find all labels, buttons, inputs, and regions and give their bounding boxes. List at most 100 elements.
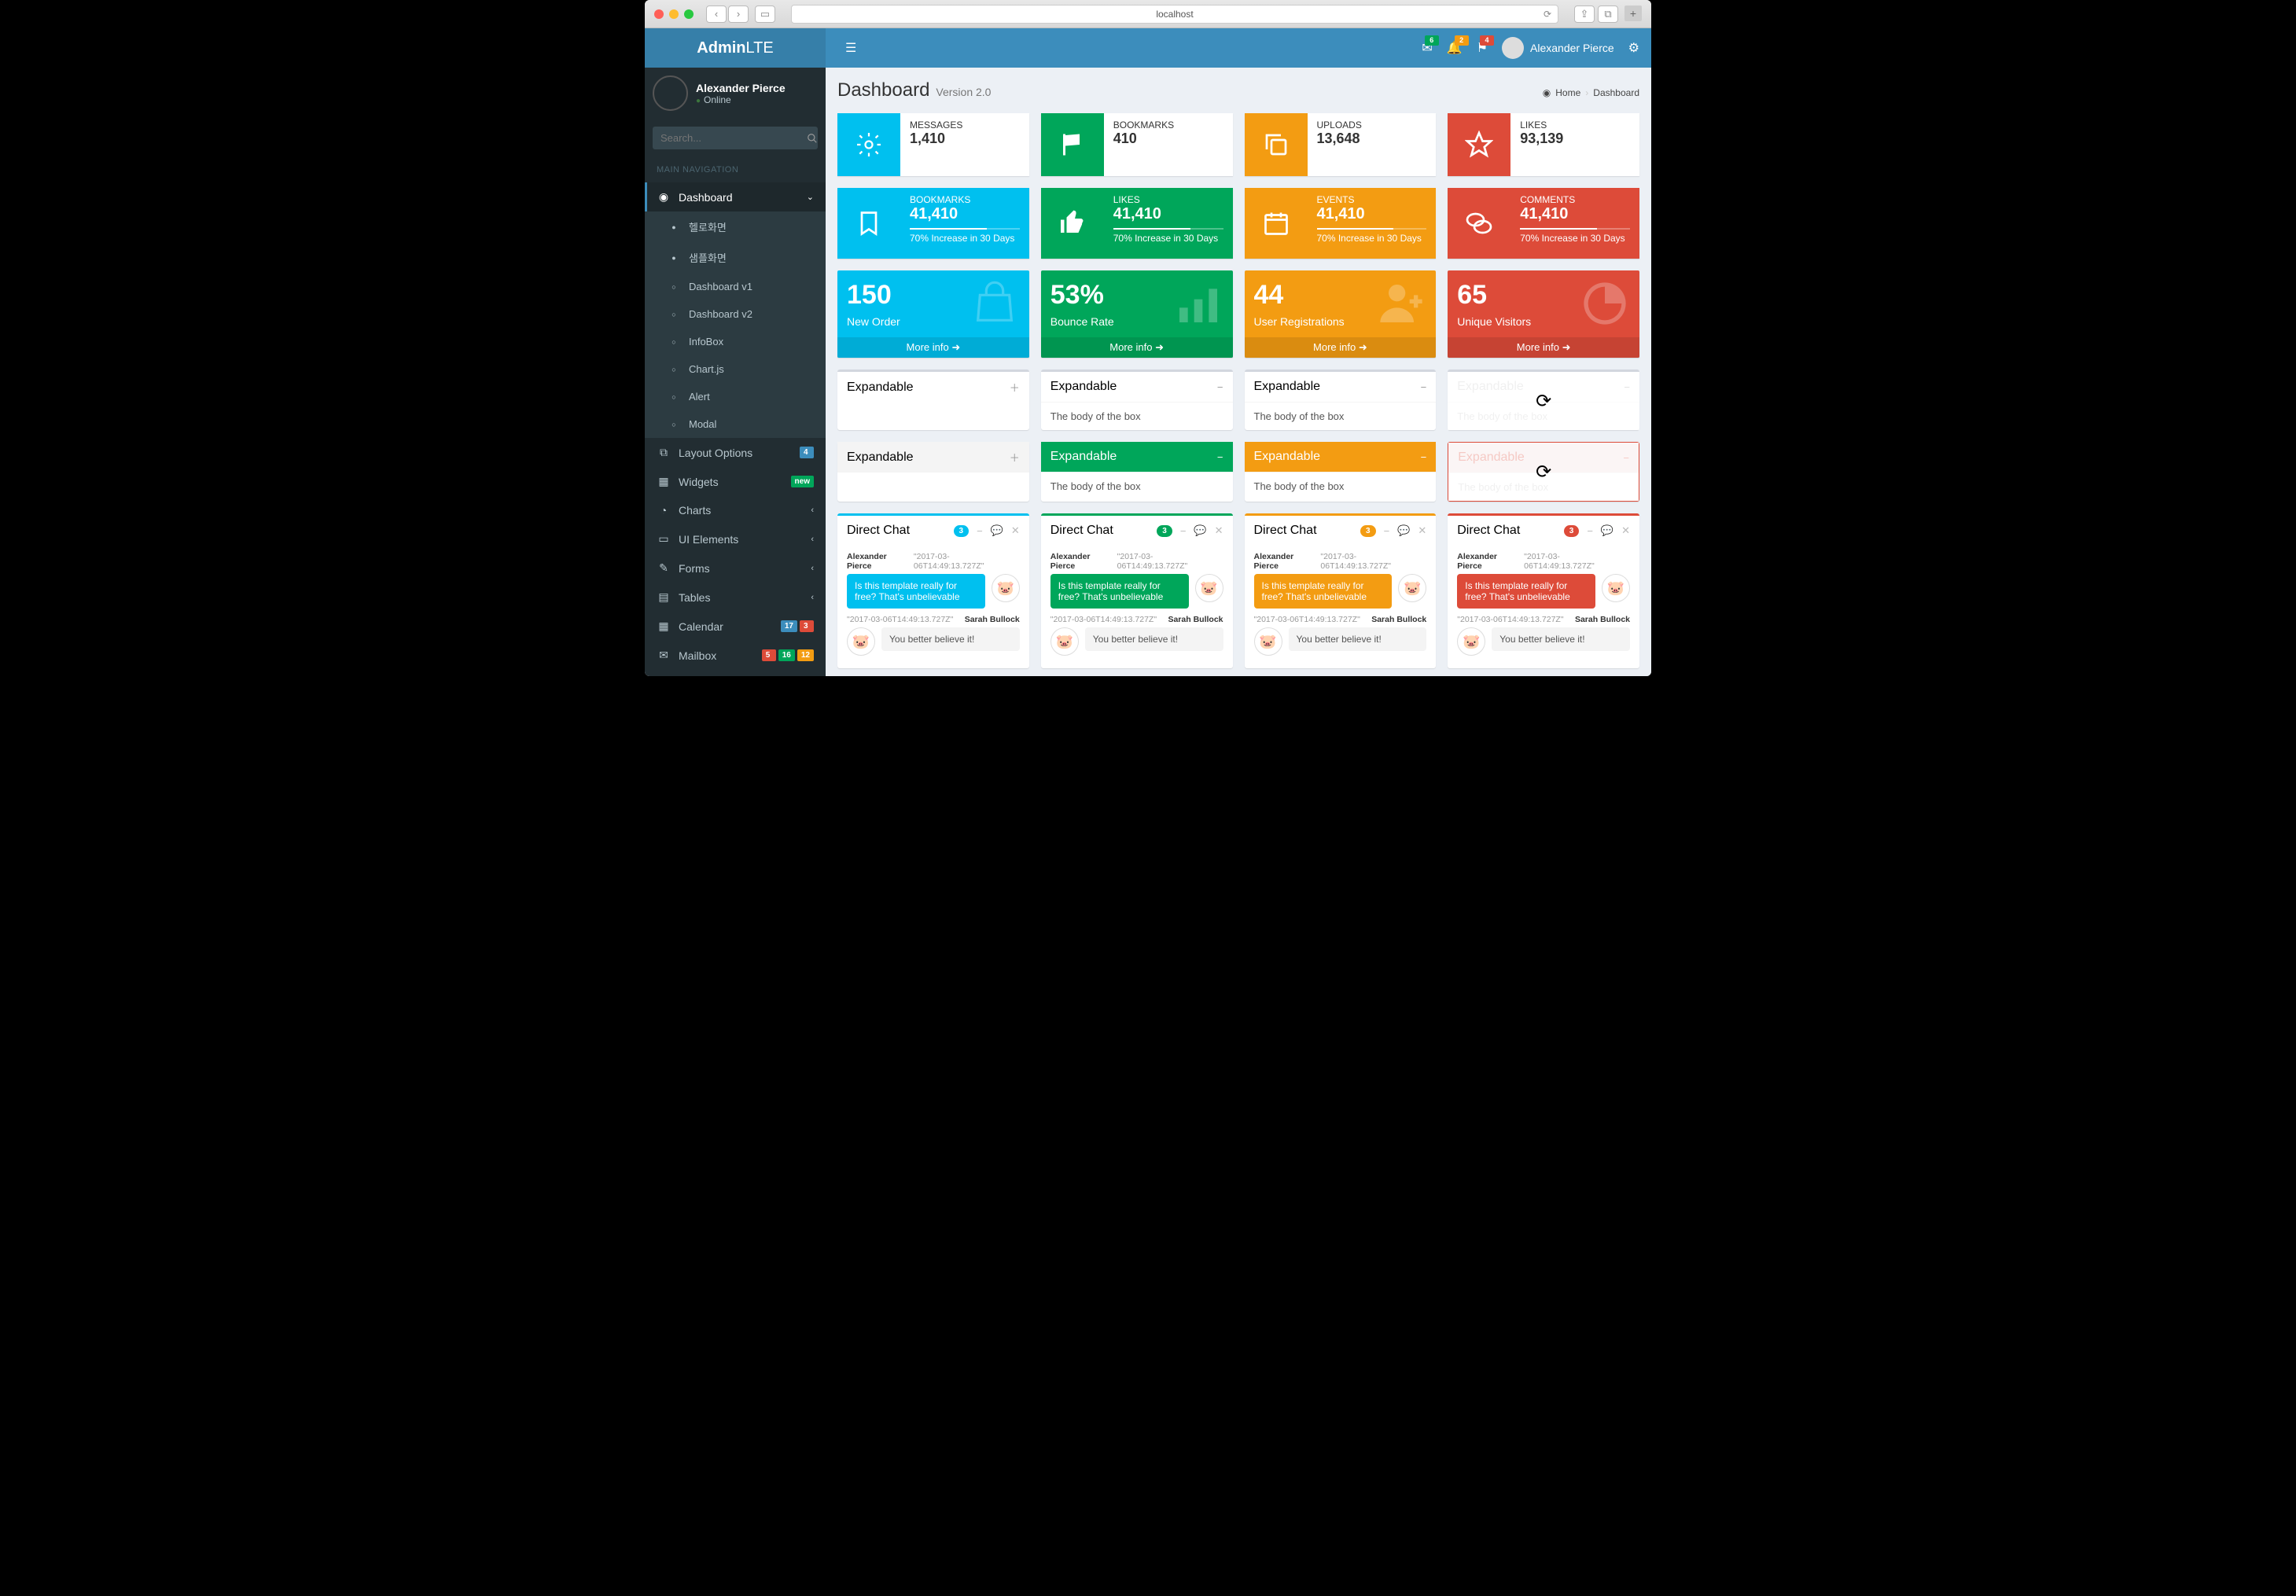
menu-toggle[interactable]: ☰ (837, 32, 864, 64)
comments-icon[interactable]: 💬 (991, 524, 1003, 537)
window-close[interactable] (654, 9, 664, 19)
badge: 5 (762, 649, 776, 661)
user-status[interactable]: Online (696, 94, 786, 105)
collapse-button[interactable]: − (1421, 451, 1427, 463)
nav-layout-options[interactable]: ⧉ Layout Options 4 (645, 438, 826, 467)
gears-icon[interactable]: ⚙ (1628, 40, 1639, 56)
expandable-box: Expandable ＋ (837, 442, 1029, 502)
nav-sub-item[interactable]: ○Alert (645, 383, 826, 410)
topbar-notifications[interactable]: 🔔2 (1447, 40, 1463, 56)
arrow-right-icon: ➜ (951, 341, 960, 353)
collapse-button[interactable]: − (1587, 525, 1593, 537)
nav-sub-item[interactable]: ○Dashboard v2 (645, 300, 826, 328)
nav-calendar[interactable]: ▦ Calendar 17 3 (645, 612, 826, 641)
close-button[interactable]: ✕ (1621, 524, 1630, 537)
box-body: The body of the box (1245, 472, 1437, 500)
expand-button[interactable]: ＋ (1010, 450, 1020, 465)
circle-icon: ○ (667, 366, 681, 373)
reload-icon[interactable]: ⟳ (1544, 9, 1551, 20)
search-input[interactable] (653, 127, 807, 149)
topbar-messages[interactable]: ✉6 (1422, 40, 1432, 56)
direct-chat-box: Direct Chat 3 − 💬 ✕ Alexander Pierce"201… (1041, 513, 1233, 668)
breadcrumb: ◉ Home › Dashboard (1543, 87, 1639, 98)
more-info-link[interactable]: More info ➜ (837, 337, 1029, 358)
thumb-icon (1041, 188, 1104, 259)
more-info-link[interactable]: More info ➜ (1041, 337, 1233, 358)
comments-icon[interactable]: 💬 (1397, 524, 1410, 537)
tabs-icon[interactable]: ⧉ (1598, 6, 1618, 23)
window-zoom[interactable] (684, 9, 694, 19)
circle-icon: ○ (667, 338, 681, 346)
comments-icon[interactable]: 💬 (1194, 524, 1206, 537)
comments-icon[interactable]: 💬 (1601, 524, 1613, 537)
nav-header: MAIN NAVIGATION (645, 157, 826, 182)
expand-button[interactable]: ＋ (1010, 380, 1020, 395)
box-body: The body of the box (1245, 402, 1437, 430)
nav-sub-item[interactable]: ●샘플화면 (645, 242, 826, 273)
topbar-flags[interactable]: ⚑4 (1477, 40, 1488, 56)
window-minimize[interactable] (669, 9, 679, 19)
collapse-button[interactable]: − (977, 525, 983, 537)
collapse-button[interactable]: − (1180, 525, 1187, 537)
avatar: 🐷 (1398, 574, 1426, 602)
chat-time: "2017-03-06T14:49:13.727Z" (1457, 615, 1563, 624)
nav-mailbox[interactable]: ✉ Mailbox 5 16 12 (645, 641, 826, 670)
collapse-button[interactable]: − (1217, 451, 1223, 463)
nav-sub-item[interactable]: ○Chart.js (645, 355, 826, 383)
chevron-down-icon: ⌄ (807, 192, 814, 202)
home-icon: ◉ (1543, 87, 1551, 98)
more-info-link[interactable]: More info ➜ (1245, 337, 1437, 358)
info-box-progress: COMMENTS 41,410 70% Increase in 30 Days (1448, 188, 1639, 259)
nav-sub-item[interactable]: ○Dashboard v1 (645, 273, 826, 300)
nav-sub-item[interactable]: ●헬로화면 (645, 211, 826, 242)
small-box-label: New Order (847, 315, 1020, 328)
chevron-left-icon: ‹ (811, 535, 814, 544)
collapse-button[interactable]: − (1217, 381, 1223, 393)
circle-icon: ● (667, 254, 681, 262)
chat-time: "2017-03-06T14:49:13.727Z" (1524, 552, 1630, 571)
close-button[interactable]: ✕ (1215, 524, 1223, 537)
chat-title: Direct Chat (1050, 524, 1113, 538)
info-box: UPLOADS 13,648 (1245, 113, 1437, 176)
content-header: Dashboard Version 2.0 ◉ Home › Dashboard (826, 68, 1651, 113)
more-info-link[interactable]: More info ➜ (1448, 337, 1639, 358)
new-tab[interactable]: + (1624, 6, 1642, 21)
nav-charts[interactable]: ◔ Charts ‹ (645, 496, 826, 524)
small-box-value: 44 (1254, 280, 1427, 311)
nav-widgets[interactable]: ▦ Widgets new (645, 467, 826, 496)
share-icon[interactable]: ⇪ (1574, 6, 1595, 23)
user-panel: Alexander Pierce Online (645, 68, 826, 119)
browser-forward[interactable]: › (728, 6, 749, 23)
search-button[interactable] (807, 127, 818, 149)
browser-sidebar-toggle[interactable]: ▭ (755, 6, 775, 23)
collapse-button[interactable]: − (1384, 525, 1390, 537)
avatar[interactable] (653, 75, 688, 111)
brand-logo[interactable]: AdminLTE (645, 28, 826, 68)
close-button[interactable]: ✕ (1011, 524, 1020, 537)
chat-title: Direct Chat (847, 524, 910, 538)
avatar: 🐷 (992, 574, 1020, 602)
breadcrumb-home[interactable]: Home (1555, 87, 1580, 98)
nav-ui-elements[interactable]: ▭ UI Elements ‹ (645, 524, 826, 553)
collapse-button[interactable]: − (1421, 381, 1427, 393)
calendar-icon (1245, 188, 1308, 259)
browser-url-bar[interactable]: localhost ⟳ (791, 5, 1558, 24)
page-subtitle: Version 2.0 (936, 86, 991, 98)
nav-tables[interactable]: ▤ Tables ‹ (645, 583, 826, 612)
nav-forms[interactable]: ✎ Forms ‹ (645, 553, 826, 583)
small-box: 53% Bounce Rate More info ➜ (1041, 270, 1233, 358)
info-box: LIKES 93,139 (1448, 113, 1639, 176)
info-box-label: MESSAGES (910, 120, 1020, 131)
box-title: Expandable (1254, 380, 1321, 394)
expandable-box-loading: Expandable − The body of the box ⟳ (1448, 442, 1639, 502)
close-button[interactable]: ✕ (1418, 524, 1426, 537)
page-title: Dashboard (837, 79, 929, 101)
chevron-left-icon: ‹ (811, 593, 814, 602)
nav-sub-item[interactable]: ○InfoBox (645, 328, 826, 355)
nav-sub-item[interactable]: ○Modal (645, 410, 826, 438)
browser-back[interactable]: ‹ (706, 6, 727, 23)
nav-dashboard[interactable]: ◉ Dashboard ⌄ (645, 182, 826, 211)
topbar-user-menu[interactable]: Alexander Pierce (1502, 37, 1614, 59)
badge: 2 (1455, 35, 1469, 46)
progress-bar (910, 228, 987, 230)
